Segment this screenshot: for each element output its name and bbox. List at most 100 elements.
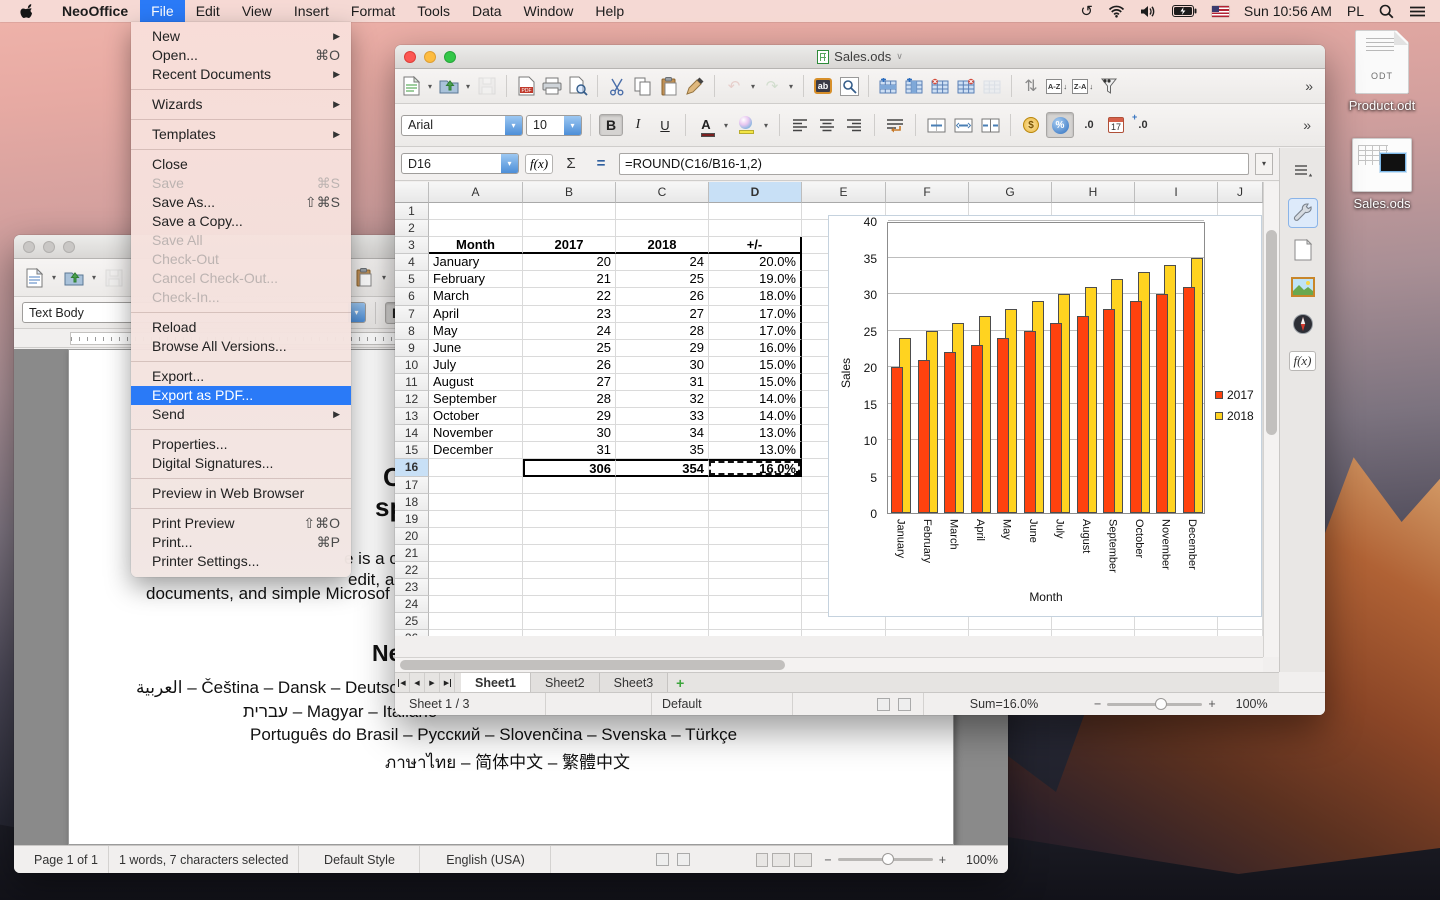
cell-B3[interactable]: 2017 xyxy=(523,237,616,254)
sidebar-styles-icon[interactable] xyxy=(1288,235,1318,265)
row-header-16[interactable]: 16 xyxy=(395,459,429,476)
clone-formatting-icon[interactable] xyxy=(683,74,707,98)
input-source-label[interactable]: PL xyxy=(1347,3,1364,19)
align-left-icon[interactable] xyxy=(788,113,812,137)
single-page-view-icon[interactable] xyxy=(756,853,768,867)
formula-bar-expand-icon[interactable]: ▾ xyxy=(1255,153,1273,175)
menubar-menu-file[interactable]: File xyxy=(140,0,185,22)
page-count-status[interactable]: Page 1 of 1 xyxy=(14,853,108,867)
cell-A2[interactable] xyxy=(429,220,523,237)
cell-D25[interactable] xyxy=(709,613,802,630)
column-header-D[interactable]: D xyxy=(709,182,802,203)
cell-C8[interactable]: 28 xyxy=(616,323,709,340)
sort-descending-icon[interactable]: Z-A↓ xyxy=(1071,74,1095,98)
add-decimal-icon[interactable]: .0+ xyxy=(1131,113,1155,137)
writer-zoom-slider[interactable]: − + xyxy=(814,853,956,867)
cell-G26[interactable] xyxy=(969,630,1052,636)
cell-C21[interactable] xyxy=(616,545,709,562)
cell-F26[interactable] xyxy=(886,630,969,636)
cell-B24[interactable] xyxy=(523,596,616,613)
menubar-menu-insert[interactable]: Insert xyxy=(283,0,340,22)
cell-C15[interactable]: 35 xyxy=(616,442,709,459)
input-source-flag-icon[interactable] xyxy=(1212,6,1229,17)
menubar-menu-view[interactable]: View xyxy=(231,0,283,22)
language-status[interactable]: English (USA) xyxy=(420,853,550,867)
formula-equals-icon[interactable]: = xyxy=(589,155,613,172)
sort-icon[interactable]: ⇅ xyxy=(1019,74,1043,98)
cell-B9[interactable]: 25 xyxy=(523,340,616,357)
cell-J26[interactable] xyxy=(1218,630,1263,636)
zoom-button[interactable] xyxy=(444,51,456,63)
cell-A5[interactable]: February xyxy=(429,271,523,288)
cell-B7[interactable]: 23 xyxy=(523,306,616,323)
sheet-tab-sheet3[interactable]: Sheet3 xyxy=(600,673,669,692)
number-format-icon[interactable]: .0 xyxy=(1077,113,1101,137)
copy-icon[interactable] xyxy=(631,74,655,98)
cell-C24[interactable] xyxy=(616,596,709,613)
add-sheet-icon[interactable]: + xyxy=(668,673,692,692)
cell-D11[interactable]: 15.0% xyxy=(709,374,802,391)
cell-D22[interactable] xyxy=(709,562,802,579)
row-header-12[interactable]: 12 xyxy=(395,391,429,408)
time-machine-icon[interactable]: ↺ xyxy=(1080,2,1093,20)
cell-A11[interactable]: August xyxy=(429,374,523,391)
column-header-J[interactable]: J xyxy=(1218,182,1263,203)
open-icon[interactable] xyxy=(62,266,86,290)
previous-sheet-icon[interactable]: ◀ xyxy=(410,673,425,692)
highlight-dropdown-icon[interactable]: ▾ xyxy=(761,121,771,130)
row-header-11[interactable]: 11 xyxy=(395,374,429,391)
menu-item-printer-settings[interactable]: Printer Settings... xyxy=(131,552,351,571)
row-header-22[interactable]: 22 xyxy=(395,562,429,579)
paste-dropdown-icon[interactable]: ▾ xyxy=(379,273,389,282)
cell-A20[interactable] xyxy=(429,528,523,545)
vertical-scrollbar[interactable] xyxy=(1263,182,1279,657)
row-header-19[interactable]: 19 xyxy=(395,511,429,528)
cell-B5[interactable]: 21 xyxy=(523,271,616,288)
cell-C1[interactable] xyxy=(616,203,709,220)
sheet-tab-sheet2[interactable]: Sheet2 xyxy=(531,673,600,692)
cell-B22[interactable] xyxy=(523,562,616,579)
new-document-icon[interactable] xyxy=(399,74,423,98)
row-header-13[interactable]: 13 xyxy=(395,408,429,425)
cell-D19[interactable] xyxy=(709,511,802,528)
menu-item-open[interactable]: Open...⌘O xyxy=(131,46,351,65)
minimize-button[interactable] xyxy=(43,241,55,253)
cell-C5[interactable]: 25 xyxy=(616,271,709,288)
menubar-menu-edit[interactable]: Edit xyxy=(185,0,231,22)
spreadsheet-grid[interactable]: ABCDEFGHIJ 123Month20172018+/-4January20… xyxy=(395,182,1279,657)
row-header-21[interactable]: 21 xyxy=(395,545,429,562)
cell-A6[interactable]: March xyxy=(429,288,523,305)
cell-C22[interactable] xyxy=(616,562,709,579)
cell-B10[interactable]: 26 xyxy=(523,357,616,374)
cell-C23[interactable] xyxy=(616,579,709,596)
menu-item-export-as-pdf[interactable]: Export as PDF... xyxy=(131,386,351,405)
cell-B11[interactable]: 27 xyxy=(523,374,616,391)
cell-A7[interactable]: April xyxy=(429,306,523,323)
close-button[interactable] xyxy=(404,51,416,63)
cell-D26[interactable] xyxy=(709,630,802,636)
cell-C25[interactable] xyxy=(616,613,709,630)
menu-item-digital-signatures[interactable]: Digital Signatures... xyxy=(131,454,351,473)
redo-dropdown-icon[interactable]: ▾ xyxy=(786,82,796,91)
open-dropdown-icon[interactable]: ▾ xyxy=(89,273,99,282)
sidebar-settings-icon[interactable] xyxy=(1288,156,1318,186)
select-all-corner[interactable] xyxy=(395,182,429,203)
menubar-app-name[interactable]: NeoOffice xyxy=(50,3,140,19)
align-right-icon[interactable] xyxy=(842,113,866,137)
insert-column-icon[interactable] xyxy=(902,74,926,98)
menu-item-new[interactable]: New▶ xyxy=(131,27,351,46)
wifi-icon[interactable] xyxy=(1108,5,1125,18)
cell-B18[interactable] xyxy=(523,494,616,511)
word-count-status[interactable]: 1 words, 7 characters selected xyxy=(109,853,299,867)
desktop-icon-product-odt[interactable]: ODT Product.odt xyxy=(1334,30,1430,113)
writer-zoom-value[interactable]: 100% xyxy=(956,853,1008,867)
cell-D18[interactable] xyxy=(709,494,802,511)
cell-B15[interactable]: 31 xyxy=(523,442,616,459)
undo-dropdown-icon[interactable]: ▾ xyxy=(748,82,758,91)
currency-format-icon[interactable]: $ xyxy=(1019,113,1043,137)
cell-I26[interactable] xyxy=(1135,630,1218,636)
column-header-B[interactable]: B xyxy=(523,182,616,203)
cell-D16[interactable]: 16.0% xyxy=(709,459,802,476)
row-header-24[interactable]: 24 xyxy=(395,596,429,613)
print-preview-icon[interactable] xyxy=(566,74,590,98)
